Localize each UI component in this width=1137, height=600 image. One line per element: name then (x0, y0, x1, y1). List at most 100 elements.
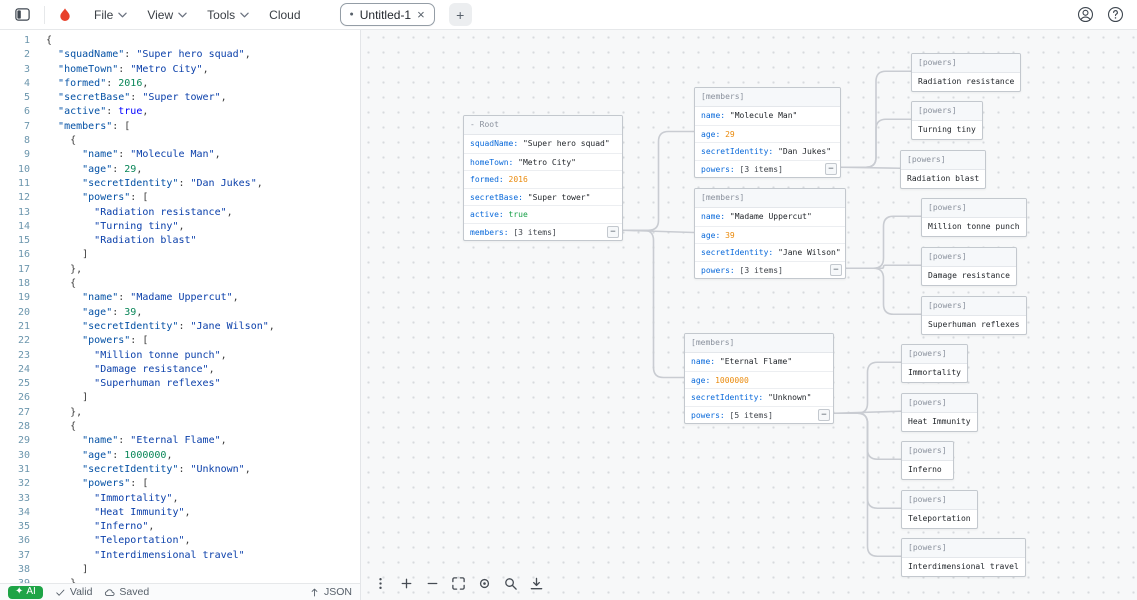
editor-line[interactable]: 3 "homeTown": "Metro City", (0, 63, 360, 77)
graph-node-p3[interactable]: [powers]Radiation blast (900, 150, 986, 189)
menu-label: Tools (207, 8, 235, 22)
editor-line[interactable]: 18 { (0, 277, 360, 291)
menu-cloud[interactable]: Cloud (260, 4, 309, 26)
export-json-button[interactable]: JSON (309, 586, 352, 598)
editor-line[interactable]: 33 "Immortality", (0, 492, 360, 506)
collapse-button[interactable]: − (607, 226, 619, 238)
graph-panel[interactable]: - RootsquadName: "Super hero squad"homeT… (360, 30, 1137, 600)
node-value: "Super hero squad" (518, 139, 610, 148)
node-value: [5 items] (725, 411, 773, 420)
node-row: Million tonne punch (922, 218, 1026, 236)
editor-line[interactable]: 25 "Superhuman reflexes" (0, 377, 360, 391)
graph-node-p5[interactable]: [powers]Damage resistance (921, 247, 1017, 286)
editor-line[interactable]: 10 "age": 29, (0, 163, 360, 177)
download-button[interactable] (527, 574, 545, 592)
collapse-button[interactable]: − (818, 409, 830, 421)
search-zoom-button[interactable] (501, 574, 519, 592)
editor-line[interactable]: 9 "name": "Molecule Man", (0, 148, 360, 162)
graph-node-m2[interactable]: [members]name: "Madame Uppercut"age: 39s… (694, 188, 846, 279)
editor-line[interactable]: 26 ] (0, 391, 360, 405)
editor-line[interactable]: 7 "members": [ (0, 120, 360, 134)
code-text: "members": [ (46, 121, 130, 132)
editor-line[interactable]: 34 "Heat Immunity", (0, 506, 360, 520)
editor-line[interactable]: 36 "Teleportation", (0, 534, 360, 548)
toolbar-divider (44, 6, 45, 24)
graph-node-p11[interactable]: [powers]Interdimensional travel (901, 538, 1026, 577)
editor-line[interactable]: 22 "powers": [ (0, 334, 360, 348)
editor-line[interactable]: 29 "name": "Eternal Flame", (0, 434, 360, 448)
node-key: secretBase: (470, 193, 523, 202)
help-icon (1107, 6, 1124, 23)
editor-line[interactable]: 30 "age": 1000000, (0, 449, 360, 463)
focus-center-button[interactable] (475, 574, 493, 592)
code-text: "age": 1000000, (46, 450, 172, 461)
editor-line[interactable]: 38 ] (0, 563, 360, 577)
editor-line[interactable]: 2 "squadName": "Super hero squad", (0, 48, 360, 62)
graph-node-p4[interactable]: [powers]Million tonne punch (921, 198, 1027, 237)
tab-untitled-1[interactable]: ● Untitled-1 × (340, 3, 435, 26)
graph-node-p8[interactable]: [powers]Heat Immunity (901, 393, 978, 432)
editor-line[interactable]: 28 { (0, 420, 360, 434)
menu-file[interactable]: File (85, 4, 136, 26)
editor-line[interactable]: 32 "powers": [ (0, 477, 360, 491)
editor-line[interactable]: 6 "active": true, (0, 105, 360, 119)
account-button[interactable] (1073, 3, 1097, 27)
editor-line[interactable]: 12 "powers": [ (0, 191, 360, 205)
code-text: "powers": [ (46, 335, 148, 346)
fit-view-button[interactable] (449, 574, 467, 592)
zoom-out-button[interactable] (423, 574, 441, 592)
node-key: name: (691, 357, 715, 366)
editor-line[interactable]: 24 "Damage resistance", (0, 363, 360, 377)
editor-line[interactable]: 37 "Interdimensional travel" (0, 549, 360, 563)
graph-node-p6[interactable]: [powers]Superhuman reflexes (921, 296, 1027, 335)
graph-node-root[interactable]: - RootsquadName: "Super hero squad"homeT… (463, 115, 623, 241)
graph-node-p7[interactable]: [powers]Immortality (901, 344, 968, 383)
ai-label: AI (26, 587, 35, 597)
node-row: Inferno (902, 461, 953, 479)
editor-line[interactable]: 17 }, (0, 263, 360, 277)
node-key: squadName: (470, 139, 518, 148)
graph-node-p1[interactable]: [powers]Radiation resistance (911, 53, 1021, 92)
graph-node-m1[interactable]: [members]name: "Molecule Man"age: 29secr… (694, 87, 841, 178)
editor-line[interactable]: 14 "Turning tiny", (0, 220, 360, 234)
editor-line[interactable]: 19 "name": "Madame Uppercut", (0, 291, 360, 305)
editor-line[interactable]: 4 "formed": 2016, (0, 77, 360, 91)
graph-node-m3[interactable]: [members]name: "Eternal Flame"age: 10000… (684, 333, 834, 424)
new-tab-button[interactable]: + (449, 3, 472, 26)
editor-line[interactable]: 16 ] (0, 248, 360, 262)
node-header: [powers] (912, 102, 982, 121)
editor-line[interactable]: 8 { (0, 134, 360, 148)
more-menu-button[interactable] (371, 574, 389, 592)
node-row: name: "Eternal Flame" (685, 353, 833, 371)
graph-node-p9[interactable]: [powers]Inferno (901, 441, 954, 480)
line-number: 4 (0, 77, 30, 91)
editor-line[interactable]: 11 "secretIdentity": "Dan Jukes", (0, 177, 360, 191)
editor-line[interactable]: 35 "Inferno", (0, 520, 360, 534)
node-value: Turning tiny (918, 125, 976, 134)
help-button[interactable] (1103, 3, 1127, 27)
editor-line[interactable]: 1{ (0, 34, 360, 48)
graph-node-p2[interactable]: [powers] Turning tiny (911, 101, 983, 140)
collapse-button[interactable]: − (830, 264, 842, 276)
zoom-in-button[interactable] (397, 574, 415, 592)
menu-tools[interactable]: Tools (198, 4, 258, 26)
editor-line[interactable]: 13 "Radiation resistance", (0, 206, 360, 220)
sidebar-toggle-button[interactable] (10, 3, 34, 27)
node-row: powers: [3 items]− (695, 160, 840, 178)
tab-close-icon[interactable]: × (417, 8, 425, 21)
ai-button[interactable]: ✦ AI (8, 586, 43, 599)
editor-line[interactable]: 5 "secretBase": "Super tower", (0, 91, 360, 105)
node-key: name: (701, 111, 725, 120)
code-text: "squadName": "Super hero squad", (46, 49, 251, 60)
editor-line[interactable]: 15 "Radiation blast" (0, 234, 360, 248)
editor-line[interactable]: 23 "Million tonne punch", (0, 349, 360, 363)
collapse-button[interactable]: − (825, 163, 837, 175)
code-text: { (46, 278, 76, 289)
editor-line[interactable]: 27 }, (0, 406, 360, 420)
graph-node-p10[interactable]: [powers]Teleportation (901, 490, 978, 529)
editor-line[interactable]: 20 "age": 39, (0, 306, 360, 320)
editor-line[interactable]: 21 "secretIdentity": "Jane Wilson", (0, 320, 360, 334)
code-text: ] (46, 564, 88, 575)
editor-line[interactable]: 31 "secretIdentity": "Unknown", (0, 463, 360, 477)
menu-view[interactable]: View (138, 4, 196, 26)
